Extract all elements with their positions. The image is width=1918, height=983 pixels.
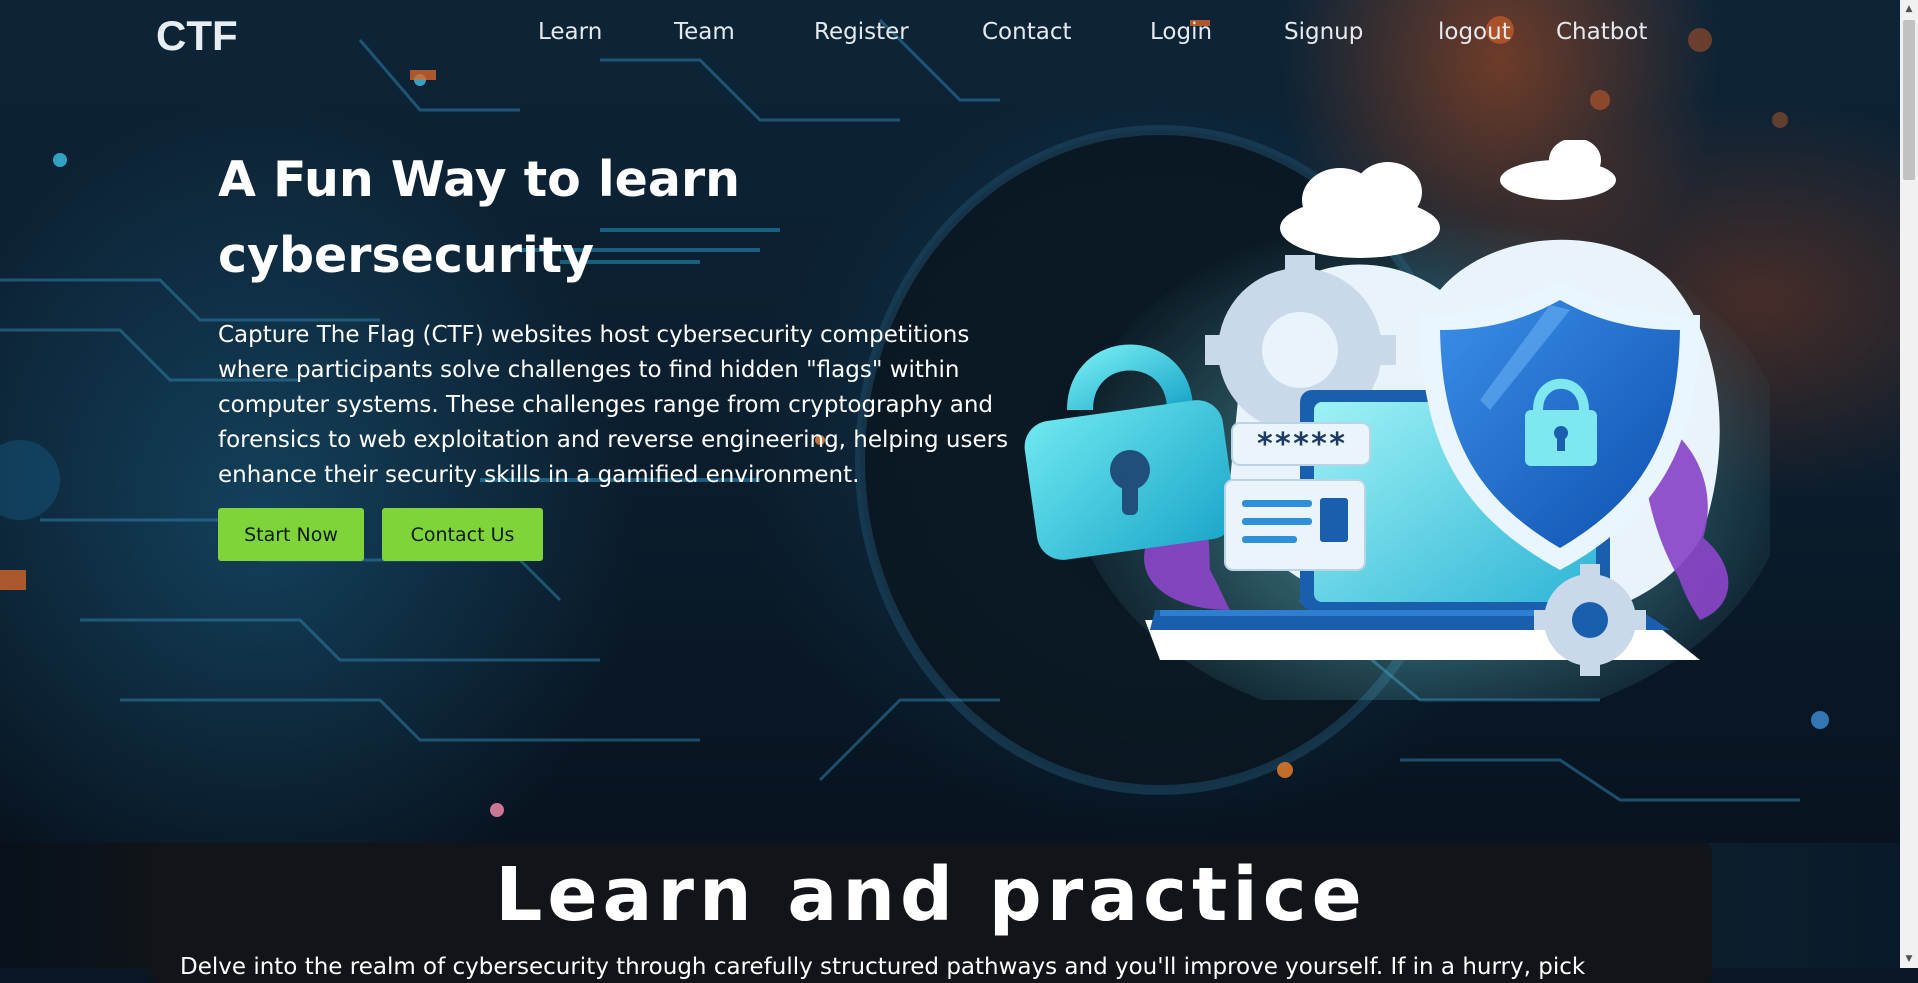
nav-signup[interactable]: Signup bbox=[1284, 19, 1363, 45]
site-logo[interactable]: CTF bbox=[156, 12, 238, 60]
hero-title: A Fun Way to learn cybersecurity bbox=[218, 142, 1038, 294]
nav-team[interactable]: Team bbox=[674, 19, 735, 45]
page-scrollbar[interactable]: ▲ ▼ bbox=[1900, 0, 1918, 968]
scroll-down-icon[interactable]: ▼ bbox=[1900, 950, 1918, 968]
scroll-up-icon[interactable]: ▲ bbox=[1900, 0, 1918, 18]
nav-contact[interactable]: Contact bbox=[982, 19, 1071, 45]
nav-learn[interactable]: Learn bbox=[538, 19, 602, 45]
password-mask-text: ***** bbox=[1256, 427, 1346, 462]
hero-description: Capture The Flag (CTF) websites host cyb… bbox=[218, 322, 1009, 488]
contact-us-button[interactable]: Contact Us bbox=[382, 508, 543, 561]
hero-title-line2: cybersecurity bbox=[218, 227, 595, 284]
nav-register[interactable]: Register bbox=[814, 19, 909, 45]
section-text: Delve into the realm of cybersecurity th… bbox=[180, 954, 1586, 980]
nav-login[interactable]: Login bbox=[1150, 19, 1212, 45]
scroll-thumb[interactable] bbox=[1903, 20, 1915, 180]
security-illustration: ***** bbox=[1024, 140, 1770, 700]
nav-chatbot[interactable]: Chatbot bbox=[1556, 19, 1647, 45]
nav-logout[interactable]: logout bbox=[1438, 19, 1511, 45]
top-navigation: CTF Learn Team Register Contact Login Si… bbox=[0, 0, 1900, 70]
start-now-button[interactable]: Start Now bbox=[218, 508, 364, 561]
section-title: Learn and practice bbox=[495, 852, 1367, 938]
hero-title-line1: A Fun Way to learn bbox=[218, 151, 740, 208]
hero-section: CTF Learn Team Register Contact Login Si… bbox=[0, 0, 1900, 843]
